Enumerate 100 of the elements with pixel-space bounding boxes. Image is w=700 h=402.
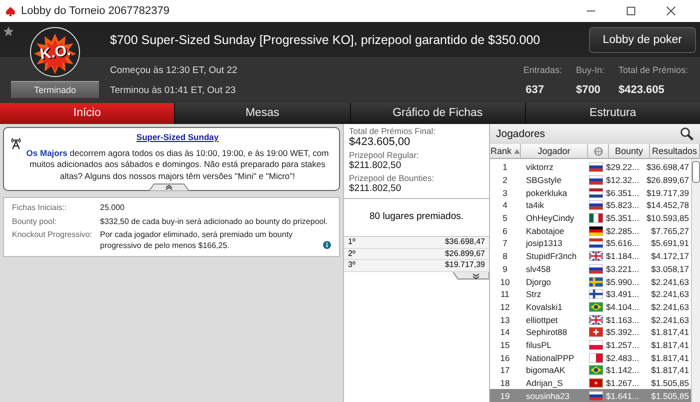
payout-amount: $36.698,47 bbox=[444, 237, 485, 248]
rank-cell-text: 4 bbox=[502, 200, 508, 210]
rank-cell-text: 6 bbox=[502, 226, 508, 236]
column-header[interactable]: Resultados bbox=[650, 144, 700, 158]
tab[interactable]: Gráfico de Fichas bbox=[350, 103, 525, 124]
player-row[interactable]: 19 sousinha23 $1.641... $1.505,85 bbox=[490, 389, 691, 402]
rank-cell-text: 11 bbox=[500, 289, 510, 300]
stat-label: Entradas: bbox=[522, 64, 562, 74]
maximize-icon[interactable] bbox=[626, 6, 636, 16]
lobby-button[interactable]: Lobby de poker bbox=[588, 26, 696, 52]
player-row[interactable]: 14 Sephirot88 $5.392... $1.817,41 bbox=[490, 326, 691, 339]
rank-cell-text: 18 bbox=[499, 378, 511, 388]
result-cell-text: $19.717,39 bbox=[646, 188, 690, 198]
result-cell-text: $26.899,67 bbox=[646, 175, 690, 186]
player-row[interactable]: 18 Adrijan_S $1.267... $1.505,85 bbox=[490, 376, 691, 390]
bounty-cell-text: $1.142... bbox=[606, 365, 640, 376]
player-row[interactable]: 6 Kabotajoe $2.285... $7.765,27 bbox=[490, 224, 691, 238]
rank-cell-text: 1 bbox=[502, 162, 508, 172]
player-row[interactable]: 7 josip1313 $5.616... $5.691,91 bbox=[490, 237, 691, 250]
player-name: josip1313 bbox=[524, 238, 564, 248]
app-logo-icon bbox=[5, 6, 16, 16]
player-row[interactable]: 17 bigomaAK $1.142... $1.817,41 bbox=[490, 364, 691, 377]
player-name: Kovalski1 bbox=[525, 302, 564, 312]
player-row[interactable]: 2 SBGstyle $12.32... $26.899,67 bbox=[490, 174, 691, 186]
rank-cell-text: 14 bbox=[499, 327, 511, 338]
stat-label: Buy-In: bbox=[576, 64, 604, 74]
stat-value: $700 bbox=[576, 84, 602, 96]
detail-label: Fichas Iniciais:: bbox=[12, 203, 68, 214]
stat-value: 637 bbox=[524, 84, 545, 96]
result-cell-text: $3.058,17 bbox=[650, 264, 690, 274]
column-header[interactable]: Jogador bbox=[521, 144, 588, 158]
tournament-title: $700 Super-Sized Sunday [Progressive KO], prizepool garantido de $350.000 bbox=[110, 32, 542, 46]
collapse-handle-icon[interactable] bbox=[149, 183, 189, 192]
player-row[interactable]: 12 Kovalski1 $4.104... $2.241,63 bbox=[490, 300, 691, 314]
rank-cell-text: 17 bbox=[499, 365, 511, 376]
bounty-cell-text: $1.267... bbox=[606, 378, 640, 388]
result-cell-text: $2.241,63 bbox=[650, 302, 690, 312]
player-name: Sephirot88 bbox=[525, 327, 568, 338]
player-row[interactable]: 15 filusPL $1.257... $1.817,41 bbox=[490, 338, 691, 352]
player-row[interactable]: 9 slv458 $3.221... $3.058,17 bbox=[490, 262, 691, 276]
bounty-cell-text: $29.22... bbox=[606, 162, 640, 172]
news-text: Os Majors decorrem agora todos os dias às 10:00, 19:00, e às 19:00 WET, com muitos adicionados aos sábados e domingos. Não está preparado para stakes altas? Alguns dos nossos majors têm versões "Mini" e "Micro"! bbox=[25, 148, 330, 182]
player-name: OhHeyCindy bbox=[525, 213, 576, 224]
column-header[interactable]: Bounty bbox=[609, 144, 650, 158]
majors-link[interactable]: Os Majors bbox=[26, 148, 68, 158]
detail-label: Bounty pool: bbox=[12, 216, 58, 228]
prize-value: $211.802,50 bbox=[349, 183, 402, 194]
column-header[interactable]: Rank bbox=[490, 144, 521, 158]
player-name: Strz bbox=[525, 289, 542, 300]
start-time: Começou às 12:30 ET, Out 22 bbox=[110, 64, 238, 76]
result-cell-text: $4.172,17 bbox=[650, 251, 690, 262]
player-row[interactable]: 8 StupidFr3nch $1.184... $4.172,17 bbox=[490, 250, 691, 262]
favorite-star-icon[interactable] bbox=[3, 26, 14, 37]
tab[interactable]: Mesas bbox=[175, 103, 350, 124]
info-icon[interactable] bbox=[323, 240, 331, 249]
bounty-cell-text: $1.257... bbox=[606, 340, 640, 350]
scrollbar[interactable] bbox=[691, 159, 700, 402]
globe-icon bbox=[594, 146, 602, 156]
player-row[interactable]: 10 Djorgo $5.990... $2.241,63 bbox=[490, 275, 691, 288]
player-row[interactable]: 3 pokerkluka $6.351... $19.717,39 bbox=[490, 186, 691, 200]
player-row[interactable]: 13 elliottpet $1.163... $2.241,63 bbox=[490, 313, 691, 326]
player-row[interactable]: 16 NationalPPP $2.483... $1.817,41 bbox=[490, 351, 691, 364]
player-row[interactable]: 4 ta4ik $5.823... $14.452,78 bbox=[490, 199, 691, 212]
news-title-link[interactable]: Super-Sized Sunday bbox=[22, 132, 333, 142]
prize-label: Prizepool Regular: bbox=[349, 150, 420, 160]
result-cell-text: $2.241,63 bbox=[650, 314, 690, 325]
search-icon[interactable] bbox=[680, 127, 694, 141]
sort-arrow-icon bbox=[514, 148, 520, 154]
tab[interactable]: Início bbox=[0, 103, 174, 124]
player-name: Adrijan_S bbox=[525, 378, 564, 388]
player-row[interactable]: 11 Strz $3.491... $2.241,63 bbox=[490, 288, 691, 301]
ko-logo: K.O. bbox=[30, 27, 80, 77]
prize-value: $211.802,50 bbox=[349, 160, 402, 171]
scroll-thumb[interactable] bbox=[692, 161, 700, 183]
player-name: sousinha23 bbox=[525, 390, 570, 401]
payout-amount: $19.717,39 bbox=[444, 260, 485, 270]
rank-cell-text: 15 bbox=[499, 340, 511, 350]
player-row[interactable]: 1 viktorrz $29.22... $36.698,47 bbox=[490, 161, 691, 174]
rank-cell-text: 2 bbox=[502, 175, 508, 186]
player-name: elliottpet bbox=[525, 314, 559, 325]
close-icon[interactable] bbox=[666, 6, 676, 16]
bounty-cell-text: $12.32... bbox=[606, 175, 640, 186]
player-name: SBGstyle bbox=[525, 175, 562, 186]
bounty-cell-text: $5.616... bbox=[606, 238, 640, 248]
player-row[interactable]: 5 OhHeyCindy $5.351... $10.593,85 bbox=[490, 212, 691, 224]
bounty-cell-text: $3.491... bbox=[606, 289, 640, 300]
result-cell-text: $14.452,78 bbox=[646, 200, 690, 210]
result-cell-text: $1.505,85 bbox=[650, 378, 690, 388]
result-cell-text: $10.593,85 bbox=[646, 213, 690, 224]
bounty-cell-text: $4.104... bbox=[606, 302, 640, 312]
bounty-cell-text: $5.990... bbox=[606, 276, 640, 287]
result-cell-text: $2.241,63 bbox=[650, 289, 690, 300]
players-title: Jogadores bbox=[496, 128, 546, 140]
rank-cell-text: 3 bbox=[502, 188, 508, 198]
payout-place: 1º bbox=[348, 237, 356, 248]
tab[interactable]: Estrutura bbox=[526, 103, 700, 124]
result-cell-text: $1.817,41 bbox=[650, 327, 690, 338]
rank-cell-text: 13 bbox=[499, 314, 511, 325]
antenna-icon bbox=[10, 136, 22, 150]
detail-value: $332,50 de cada buy-in será adicionado ao bounty do prizepool. bbox=[100, 216, 328, 228]
